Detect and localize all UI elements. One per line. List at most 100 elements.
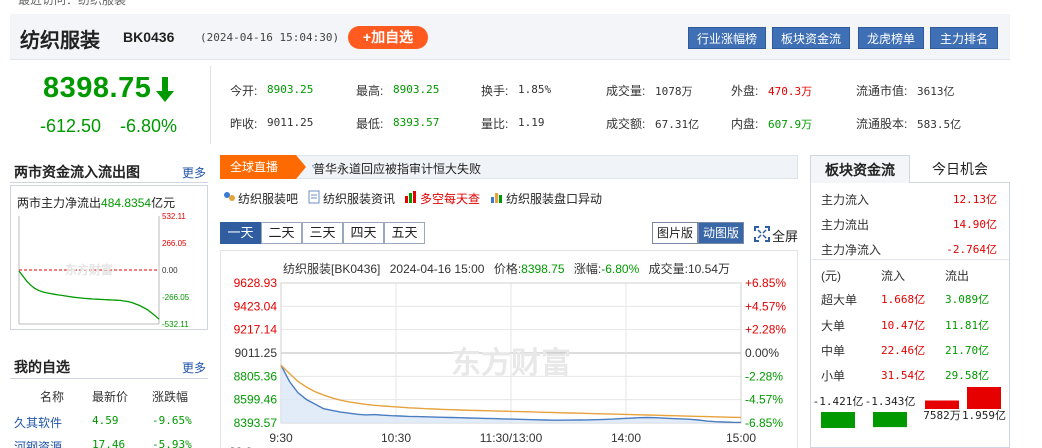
mini-tick-label: 532.11 (162, 212, 186, 221)
fund-flow-more-link[interactable]: 更多 (182, 164, 206, 181)
net-outflow-label-text: 两市主力净流出 (17, 196, 102, 210)
quote-field-label: 流通市值: (856, 84, 908, 98)
quote-field-value: 1.85% (518, 83, 552, 96)
net-outflow-value: 484.8354 (101, 196, 152, 210)
table-row-label: 大单 (821, 319, 846, 333)
quote-field-value: 67.31亿 (655, 118, 700, 131)
live-tag[interactable]: 全球直播 (220, 155, 306, 179)
net-flow-bar-label: 1.959亿 (962, 409, 1006, 422)
quote-field-value: 583.5亿 (917, 118, 962, 131)
x-tick-label: 11:30/13:00 (480, 431, 543, 445)
flow-row-label: 主力净流入 (821, 243, 882, 257)
fav-col-price: 最新价 (92, 390, 129, 404)
image-version-button[interactable]: 图片版 (652, 222, 698, 244)
favorites-more-link[interactable]: 更多 (182, 359, 206, 376)
fav-col-name: 名称 (40, 390, 65, 404)
quote-field-label: 昨收: (230, 117, 258, 131)
down-arrow-icon (156, 77, 174, 102)
tab-three-days[interactable]: 三天 (302, 222, 343, 244)
price-change-pct: -6.80% (120, 116, 178, 136)
net-flow-bar (925, 400, 959, 409)
flow-row-label: 主力流出 (821, 218, 870, 232)
price-change: -612.50 (40, 116, 102, 136)
net-flow-bar (821, 412, 855, 428)
quote-field-value: 470.3万 (768, 85, 813, 98)
add-favorite-button[interactable]: +加自选 (348, 26, 428, 49)
y-tick-label-right: -2.28% (745, 369, 783, 383)
quote-time: (2024-04-16 15:04:30) (200, 31, 340, 44)
table-row-label: 小单 (821, 369, 846, 383)
table-head-unit: (元) (821, 269, 841, 283)
mini-flow-line (18, 270, 160, 320)
quote-field-label: 成交额: (606, 117, 646, 131)
link-news[interactable]: 纺织服装资讯 (323, 190, 395, 207)
net-flow-bars: -1.421亿 -1.343亿 7582万 1.959亿 (813, 387, 1006, 428)
table-head-out: 流出 (945, 269, 970, 283)
fav-row-name[interactable]: 河钢资源 (14, 438, 62, 448)
fav-row-pct: -5.93% (152, 438, 192, 448)
x-tick-label: 10:30 (381, 431, 411, 445)
fullscreen-icon[interactable] (754, 226, 770, 242)
sector-fund-flow-button[interactable]: 板块资金流 (772, 27, 850, 49)
stock-header: 纺织服装 BK0436 (2024-04-16 15:04:30) +加自选 行… (10, 14, 1010, 60)
link-order-anomaly[interactable]: 纺织服装盘口异动 (506, 190, 602, 207)
quote-field-label: 今开: (230, 84, 258, 98)
y-tick-label-right: +6.85% (745, 276, 786, 290)
y-tick-label: 8393.57 (234, 416, 278, 430)
flow-row-label: 主力流入 (821, 193, 870, 207)
net-flow-bar-label: -1.343亿 (865, 395, 916, 408)
divider (811, 259, 1009, 260)
watermark-text: 东方财富 (451, 346, 571, 381)
mini-tick-label: 0.00 (162, 266, 178, 275)
divider (10, 182, 208, 183)
mini-tick-label: -266.05 (162, 293, 190, 302)
quote-field-value: 8393.57 (393, 116, 440, 129)
table-row-label: 超大单 (821, 293, 858, 307)
fav-row-pct: -9.65% (152, 414, 192, 427)
x-tick-label: 9:30 (269, 431, 293, 445)
quote-field-label: 流通股本: (856, 117, 908, 131)
table-row-in: 1.668亿 (881, 293, 926, 306)
fullscreen-label[interactable]: 全屏 (772, 226, 798, 245)
tab-one-day[interactable]: 一天 (220, 222, 261, 244)
flow-row-value: 14.90亿 (952, 218, 997, 231)
mini-tick-label: 266.05 (162, 239, 187, 248)
dragon-tiger-list-button[interactable]: 龙虎榜单 (858, 27, 924, 49)
fav-row-name[interactable]: 久其软件 (14, 414, 62, 431)
y-tick-label-right: +2.28% (745, 323, 786, 337)
quote-field-value: 8903.25 (393, 83, 440, 96)
divider (10, 378, 208, 379)
quote-field-label: 外盘: (731, 84, 759, 98)
table-row-out: 3.089亿 (945, 293, 990, 306)
y-tick-label: 8805.36 (234, 369, 278, 383)
quote-field-label: 最低: (356, 117, 384, 131)
y-tick-label-right: 0.00% (745, 346, 779, 360)
y-tick-label: 9628.93 (234, 276, 278, 290)
net-outflow-label: 两市主力净流出484.8354亿元 (17, 194, 175, 211)
fav-col-pct: 涨跌幅 (152, 390, 189, 404)
quote-field-label: 成交量: (606, 84, 646, 98)
y-tick-label: 9011.25 (235, 346, 278, 360)
link-daily-check[interactable]: 多空每天查 (420, 190, 480, 207)
animated-version-button[interactable]: 动图版 (698, 222, 744, 244)
quote-field-value: 1.19 (518, 116, 545, 129)
table-row-in: 31.54亿 (881, 369, 926, 382)
tab-five-days[interactable]: 五天 (384, 222, 425, 244)
net-flow-bar (967, 387, 1001, 409)
tab-four-days[interactable]: 四天 (343, 222, 384, 244)
tab-sector-fund-flow[interactable]: 板块资金流 (810, 155, 910, 183)
main-force-rank-button[interactable]: 主力排名 (930, 27, 998, 49)
table-row-out: 11.81亿 (945, 319, 990, 332)
link-forum[interactable]: 纺织服装吧 (238, 190, 298, 207)
y-tick-label-right: -4.57% (745, 393, 783, 407)
live-news-bar (220, 155, 798, 179)
quote-field-label: 换手: (481, 84, 509, 98)
tab-two-days[interactable]: 二天 (261, 222, 302, 244)
y-tick-label-right: +4.57% (745, 299, 786, 313)
tab-today-opportunity[interactable]: 今日机会 (910, 155, 1010, 183)
quote-field-label: 最高: (356, 84, 384, 98)
industry-gain-rank-button[interactable]: 行业涨幅榜 (688, 27, 766, 49)
news-headline-link[interactable]: 普华永道回应被指审计恒大失败 (313, 160, 481, 177)
breadcrumb[interactable]: 最近访问：纺织服装 (18, 0, 126, 8)
news-icon (308, 190, 320, 204)
